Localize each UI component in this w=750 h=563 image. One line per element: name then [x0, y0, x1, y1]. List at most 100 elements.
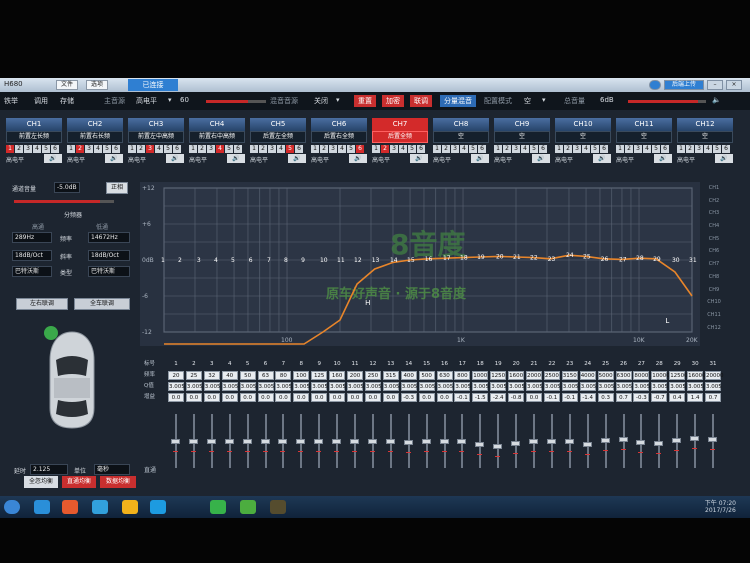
- eq-cell[interactable]: 3.005: [597, 382, 614, 391]
- legend-item[interactable]: CH8: [703, 271, 725, 284]
- close-icon[interactable]: ×: [726, 80, 742, 90]
- output-number[interactable]: 5: [530, 145, 538, 153]
- chevron-down-icon[interactable]: ▾: [336, 96, 340, 104]
- fader-knob[interactable]: [439, 439, 449, 444]
- output-number[interactable]: 1: [555, 145, 563, 153]
- channel-name-select[interactable]: 前置左长频: [6, 131, 62, 143]
- eq-cell[interactable]: 1.4: [687, 393, 704, 402]
- eq-cell[interactable]: 0.0: [203, 393, 220, 402]
- output-number[interactable]: 1: [189, 145, 197, 153]
- band-marker[interactable]: 18: [460, 255, 468, 262]
- output-number[interactable]: 5: [225, 145, 233, 153]
- cloud-icon[interactable]: [649, 80, 661, 90]
- eq-cell[interactable]: 3.005: [168, 382, 185, 391]
- upload-button[interactable]: 后端上传: [664, 80, 704, 90]
- fader-knob[interactable]: [618, 437, 628, 443]
- eq-cell[interactable]: 3150: [561, 371, 578, 380]
- eq-cell[interactable]: 630: [436, 371, 453, 380]
- eq-cell[interactable]: 3.005: [543, 382, 561, 391]
- highpass-marker[interactable]: H: [365, 299, 370, 307]
- eq-cell[interactable]: 4000: [579, 371, 596, 380]
- chrome-icon[interactable]: [122, 500, 138, 514]
- fader-knob[interactable]: [636, 439, 646, 445]
- speaker-icon[interactable]: 🔊: [471, 154, 489, 163]
- output-number[interactable]: 1: [250, 145, 258, 153]
- speaker-icon[interactable]: 🔊: [715, 154, 733, 163]
- band-marker[interactable]: 1: [161, 257, 165, 264]
- speaker-icon[interactable]: 🔊: [593, 154, 611, 163]
- eq-cell[interactable]: 3.005: [705, 382, 722, 391]
- fader-knob[interactable]: [296, 439, 306, 444]
- output-number[interactable]: 2: [259, 145, 267, 153]
- band-marker[interactable]: 9: [301, 257, 305, 264]
- channel-ch4[interactable]: CH4 前置右中高频 1 2 3 4 5 6 高电平 🔊: [189, 118, 245, 170]
- band-marker[interactable]: 13: [372, 257, 380, 264]
- band-marker[interactable]: 20: [496, 253, 504, 260]
- output-number[interactable]: 3: [512, 145, 520, 153]
- fader-knob[interactable]: [690, 435, 700, 441]
- output-number[interactable]: 2: [320, 145, 328, 153]
- eq-cell[interactable]: 32: [203, 371, 220, 380]
- output-number[interactable]: 4: [216, 145, 224, 153]
- highpass-slope-select[interactable]: 18dB/Oct: [12, 250, 52, 261]
- lowpass-slope-select[interactable]: 18dB/Oct: [88, 250, 130, 261]
- phase-button[interactable]: 正相: [106, 182, 128, 194]
- band-marker[interactable]: 12: [354, 257, 362, 264]
- output-number[interactable]: 4: [460, 145, 468, 153]
- chevron-down-icon[interactable]: ▾: [542, 96, 546, 104]
- band-marker[interactable]: 31: [689, 257, 697, 264]
- fader-knob[interactable]: [654, 440, 664, 446]
- eq-cell[interactable]: 12500: [669, 371, 688, 380]
- eq-cell[interactable]: 0.7: [615, 393, 632, 402]
- fader-knob[interactable]: [475, 442, 485, 448]
- dsp-app-icon[interactable]: [270, 500, 286, 514]
- eq-cell[interactable]: 0.7: [705, 393, 721, 402]
- channel-id[interactable]: CH7: [372, 118, 428, 131]
- eq-cell[interactable]: 2000: [526, 371, 542, 380]
- fader-knob[interactable]: [457, 439, 467, 445]
- output-number[interactable]: 1: [677, 145, 685, 153]
- legend-item[interactable]: CH7: [703, 258, 725, 271]
- eq-cell[interactable]: 3.005: [687, 382, 704, 391]
- channel-ch1[interactable]: CH1 前置左长频 1 2 3 4 5 6 高电平 🔊: [6, 118, 62, 170]
- master-source-select[interactable]: 高电平: [136, 96, 157, 106]
- band-marker[interactable]: 5: [231, 257, 235, 264]
- eq-cell[interactable]: 20: [168, 371, 184, 380]
- speaker-icon[interactable]: 🔊: [227, 154, 245, 163]
- output-number[interactable]: 4: [643, 145, 651, 153]
- output-number[interactable]: 4: [338, 145, 346, 153]
- eq-cell[interactable]: 3.005: [490, 382, 507, 391]
- fader-knob[interactable]: [708, 437, 717, 443]
- eq-cell[interactable]: 0.0: [257, 393, 274, 402]
- output-number[interactable]: 3: [268, 145, 276, 153]
- eq-cell[interactable]: 3.005: [329, 382, 346, 391]
- eq-cell[interactable]: 0.0: [185, 393, 202, 402]
- band-marker[interactable]: 10: [320, 257, 328, 264]
- eq-cell[interactable]: -1.5: [472, 393, 489, 402]
- output-number[interactable]: 3: [451, 145, 459, 153]
- options-menu[interactable]: 选项: [86, 80, 109, 90]
- reset-button[interactable]: 重置: [354, 95, 376, 107]
- eq-cell[interactable]: 50: [239, 371, 256, 380]
- fader-knob[interactable]: [367, 439, 377, 444]
- fader-knob[interactable]: [546, 439, 556, 445]
- output-number[interactable]: 5: [286, 145, 294, 153]
- output-number[interactable]: 3: [329, 145, 337, 153]
- eq-cell[interactable]: 3.005: [651, 382, 668, 391]
- output-number[interactable]: 2: [76, 145, 84, 153]
- output-number[interactable]: 1: [616, 145, 624, 153]
- ie-icon[interactable]: [34, 500, 50, 514]
- legend-item[interactable]: CH1: [703, 182, 725, 195]
- eq-cell[interactable]: 3.005: [239, 382, 256, 391]
- output-number[interactable]: 1: [433, 145, 441, 153]
- channel-ch7[interactable]: CH7 后置全频 1 2 3 4 5 6 高电平 🔊: [372, 118, 428, 170]
- legend-item[interactable]: CH11: [703, 309, 725, 322]
- eq-cell[interactable]: 3.005: [293, 382, 310, 391]
- output-number[interactable]: 4: [521, 145, 529, 153]
- speaker-icon[interactable]: 🔊: [288, 154, 306, 163]
- eq-cell[interactable]: 3.005: [382, 382, 400, 391]
- all-eq-button[interactable]: 全忽均衡: [24, 476, 58, 488]
- highpass-freq[interactable]: 289Hz: [12, 232, 52, 243]
- output-number[interactable]: 4: [277, 145, 285, 153]
- eq-cell[interactable]: 0.0: [275, 393, 292, 402]
